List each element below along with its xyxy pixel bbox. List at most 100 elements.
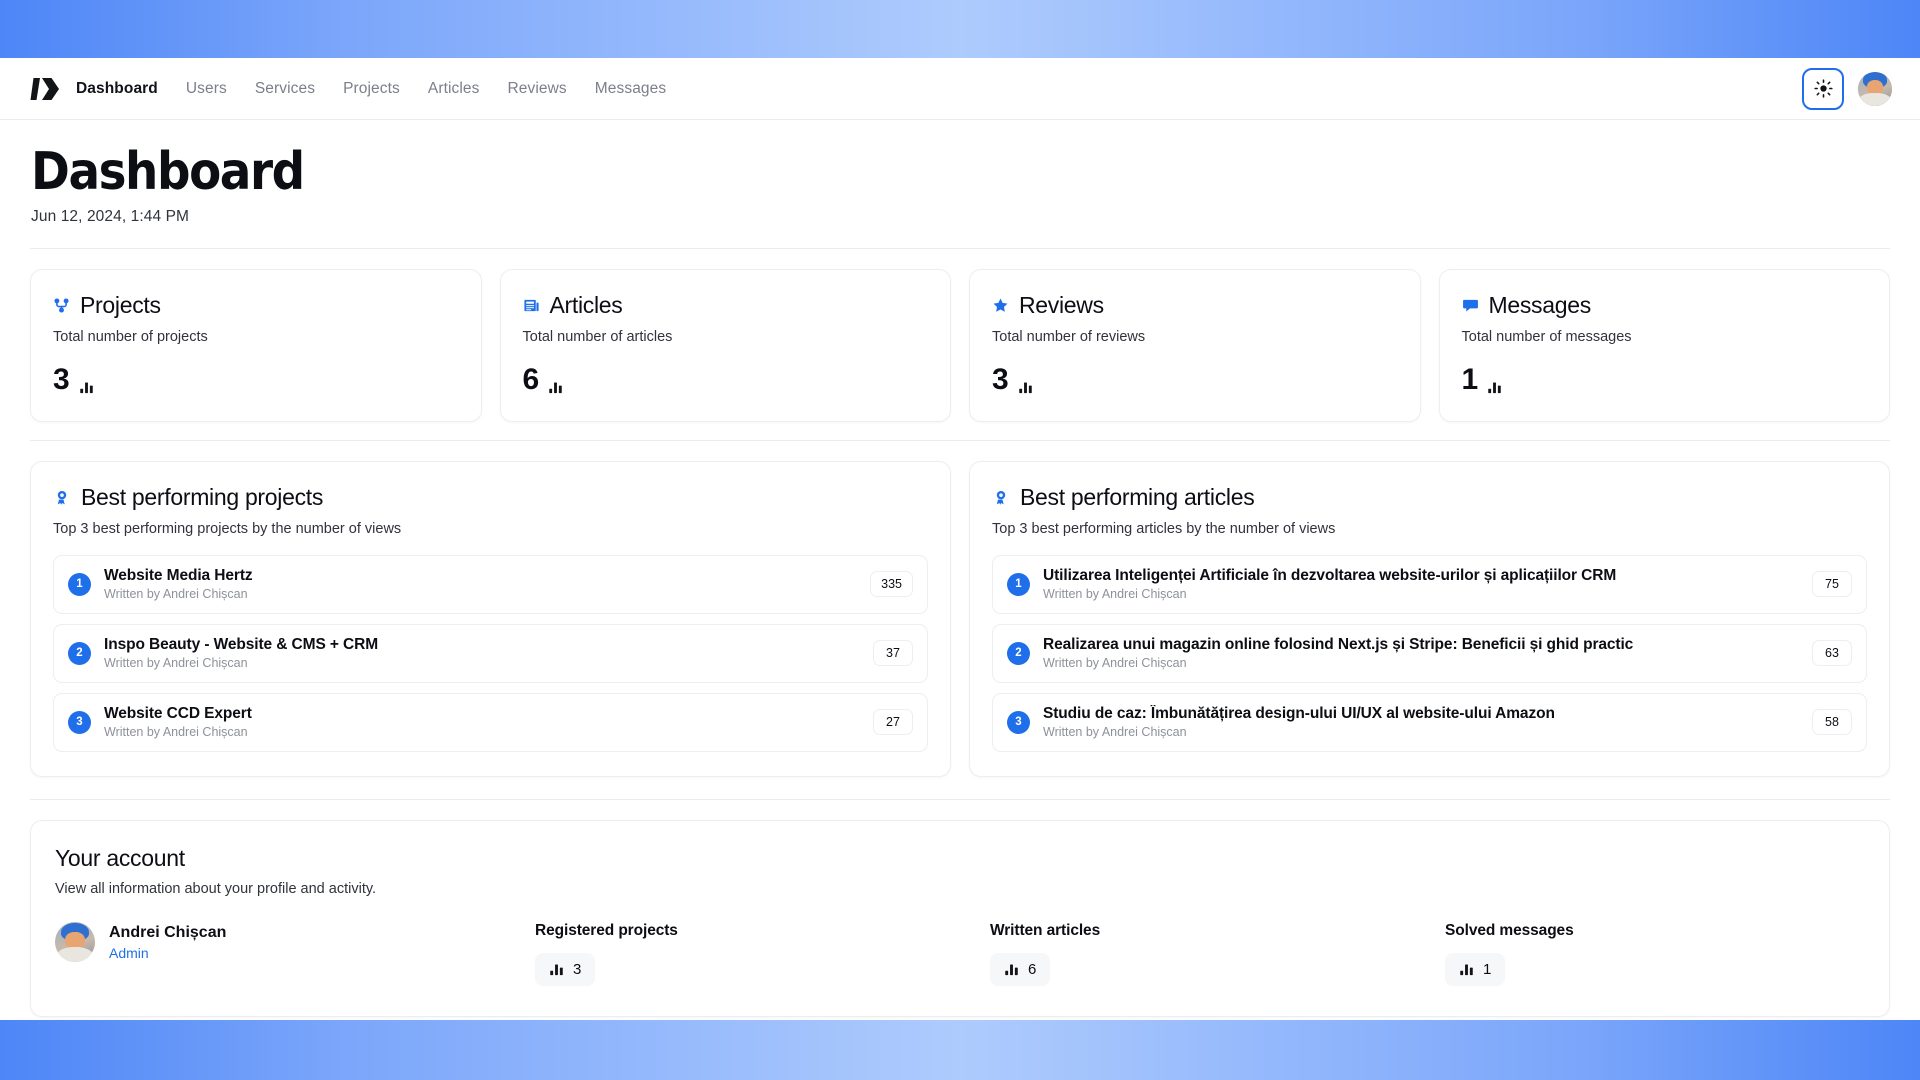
nav-item-reviews[interactable]: Reviews	[508, 80, 567, 98]
account-user-role[interactable]: Admin	[109, 945, 226, 961]
rank-badge: 1	[1007, 572, 1030, 596]
stat-value: 6	[522, 363, 540, 397]
metric-solved-messages: Solved messages 1	[1445, 922, 1900, 987]
list-item[interactable]: 3 Website CCD Expert Written by Andrei C…	[53, 693, 928, 753]
item-title: Inspo Beauty - Website & CMS + CRM	[104, 636, 379, 654]
views-count: 37	[873, 640, 913, 667]
metric-label: Registered projects	[535, 922, 678, 940]
metric-value-pill: 3	[535, 953, 596, 987]
metric-value: 3	[573, 961, 582, 979]
bar-chart-icon	[79, 380, 94, 395]
bar-chart-icon	[1004, 962, 1019, 977]
metric-value: 1	[1483, 961, 1492, 979]
bar-chart-icon	[1459, 962, 1474, 977]
bar-chart-icon	[1487, 380, 1502, 395]
rank-badge: 2	[68, 641, 91, 665]
avatar[interactable]	[55, 922, 95, 963]
account-user[interactable]: Andrei Chișcan Admin	[55, 922, 535, 963]
views-count: 335	[870, 571, 913, 598]
star-icon	[992, 297, 1009, 314]
top-gradient-bar	[0, 0, 1920, 58]
item-author: Written by Andrei Chișcan	[104, 656, 248, 671]
award-icon	[992, 489, 1010, 507]
list-item[interactable]: 1 Website Media Hertz Written by Andrei …	[53, 555, 928, 615]
rank-badge: 1	[68, 572, 91, 596]
bar-chart-icon	[549, 962, 564, 977]
list-item[interactable]: 2 Realizarea unui magazin online folosin…	[992, 624, 1867, 684]
stat-card-reviews[interactable]: Reviews Total number of reviews 3	[969, 269, 1421, 423]
dashboard-page: Dashboard Users Services Projects Articl…	[0, 0, 1920, 1080]
award-icon	[53, 489, 71, 507]
best-performing-projects-card: Best performing projects Top 3 best perf…	[30, 461, 951, 778]
metric-label: Written articles	[990, 922, 1101, 940]
stat-subtitle: Total number of messages	[1461, 329, 1632, 346]
account-user-name: Andrei Chișcan	[109, 923, 227, 941]
avatar[interactable]	[1858, 71, 1892, 106]
stat-card-projects[interactable]: Projects Total number of projects 3	[30, 269, 482, 423]
card-title: Best performing projects	[81, 484, 324, 511]
item-title: Website CCD Expert	[104, 705, 252, 723]
page-date: Jun 12, 2024, 1:44 PM	[31, 208, 190, 226]
views-count: 63	[1812, 640, 1852, 667]
nav-item-messages[interactable]: Messages	[595, 80, 666, 98]
item-author: Written by Andrei Chișcan	[1043, 587, 1187, 602]
stat-card-articles[interactable]: Articles Total number of articles 6	[499, 269, 951, 423]
bar-chart-icon	[1018, 380, 1033, 395]
page-title: Dashboard	[31, 142, 305, 202]
best-performing-articles-card: Best performing articles Top 3 best perf…	[969, 461, 1890, 778]
nav-item-services[interactable]: Services	[255, 80, 315, 98]
stat-name: Reviews	[1019, 292, 1104, 319]
article-icon	[523, 297, 540, 314]
card-subtitle: Top 3 best performing projects by the nu…	[53, 521, 402, 538]
nav-item-projects[interactable]: Projects	[343, 80, 400, 98]
message-icon	[1462, 297, 1479, 314]
card-title: Best performing articles	[1020, 484, 1255, 511]
metric-written-articles: Written articles 6	[990, 922, 1445, 987]
item-title: Realizarea unui magazin online folosind …	[1043, 636, 1634, 654]
sun-icon	[1813, 79, 1833, 98]
nav-item-users[interactable]: Users	[186, 80, 227, 98]
metric-value: 6	[1028, 961, 1037, 979]
item-author: Written by Andrei Chișcan	[104, 587, 248, 602]
your-account-card: Your account View all information about …	[30, 820, 1890, 1018]
play-arrow-logo-icon[interactable]	[30, 74, 60, 104]
stat-name: Articles	[549, 292, 623, 319]
divider-bottom	[30, 799, 1890, 801]
stat-subtitle: Total number of articles	[522, 329, 673, 346]
stat-subtitle: Total number of reviews	[992, 329, 1146, 346]
views-count: 27	[873, 709, 913, 736]
stat-name: Projects	[80, 292, 161, 319]
rank-badge: 2	[1007, 641, 1030, 665]
item-title: Studiu de caz: Îmbunătățirea design-ului…	[1043, 705, 1555, 723]
list-item[interactable]: 2 Inspo Beauty - Website & CMS + CRM Wri…	[53, 624, 928, 684]
stat-value: 1	[1461, 363, 1479, 397]
item-author: Written by Andrei Chișcan	[104, 725, 248, 740]
views-count: 75	[1812, 571, 1852, 598]
git-branch-icon	[53, 297, 70, 314]
stat-card-messages[interactable]: Messages Total number of messages 1	[1438, 269, 1890, 423]
page-header: Dashboard Jun 12, 2024, 1:44 PM	[30, 120, 1890, 248]
app-header: Dashboard Users Services Projects Articl…	[0, 58, 1920, 120]
metric-registered-projects: Registered projects 3	[535, 922, 990, 987]
account-title: Your account	[55, 845, 185, 872]
nav-item-dashboard[interactable]: Dashboard	[76, 80, 158, 98]
views-count: 58	[1812, 709, 1852, 736]
bottom-gradient-bar	[0, 1020, 1920, 1080]
rank-badge: 3	[68, 710, 91, 734]
metric-value-pill: 6	[990, 953, 1051, 987]
card-subtitle: Top 3 best performing articles by the nu…	[992, 521, 1336, 538]
rank-badge: 3	[1007, 710, 1030, 734]
stat-subtitle: Total number of projects	[53, 329, 208, 346]
item-author: Written by Andrei Chișcan	[1043, 725, 1187, 740]
stat-value: 3	[53, 363, 70, 397]
metric-value-pill: 1	[1445, 953, 1506, 987]
list-item[interactable]: 3 Studiu de caz: Îmbunătățirea design-ul…	[992, 693, 1867, 753]
stat-card-row: Projects Total number of projects 3 Arti…	[30, 249, 1890, 440]
account-subtitle: View all information about your profile …	[55, 881, 377, 898]
best-articles-list: 1 Utilizarea Inteligenței Artificiale în…	[992, 555, 1867, 753]
list-item[interactable]: 1 Utilizarea Inteligenței Artificiale în…	[992, 555, 1867, 615]
header-actions	[1802, 67, 1892, 110]
theme-toggle-button[interactable]	[1802, 67, 1844, 110]
nav-item-articles[interactable]: Articles	[428, 80, 480, 98]
item-title: Utilizarea Inteligenței Artificiale în d…	[1043, 567, 1617, 585]
